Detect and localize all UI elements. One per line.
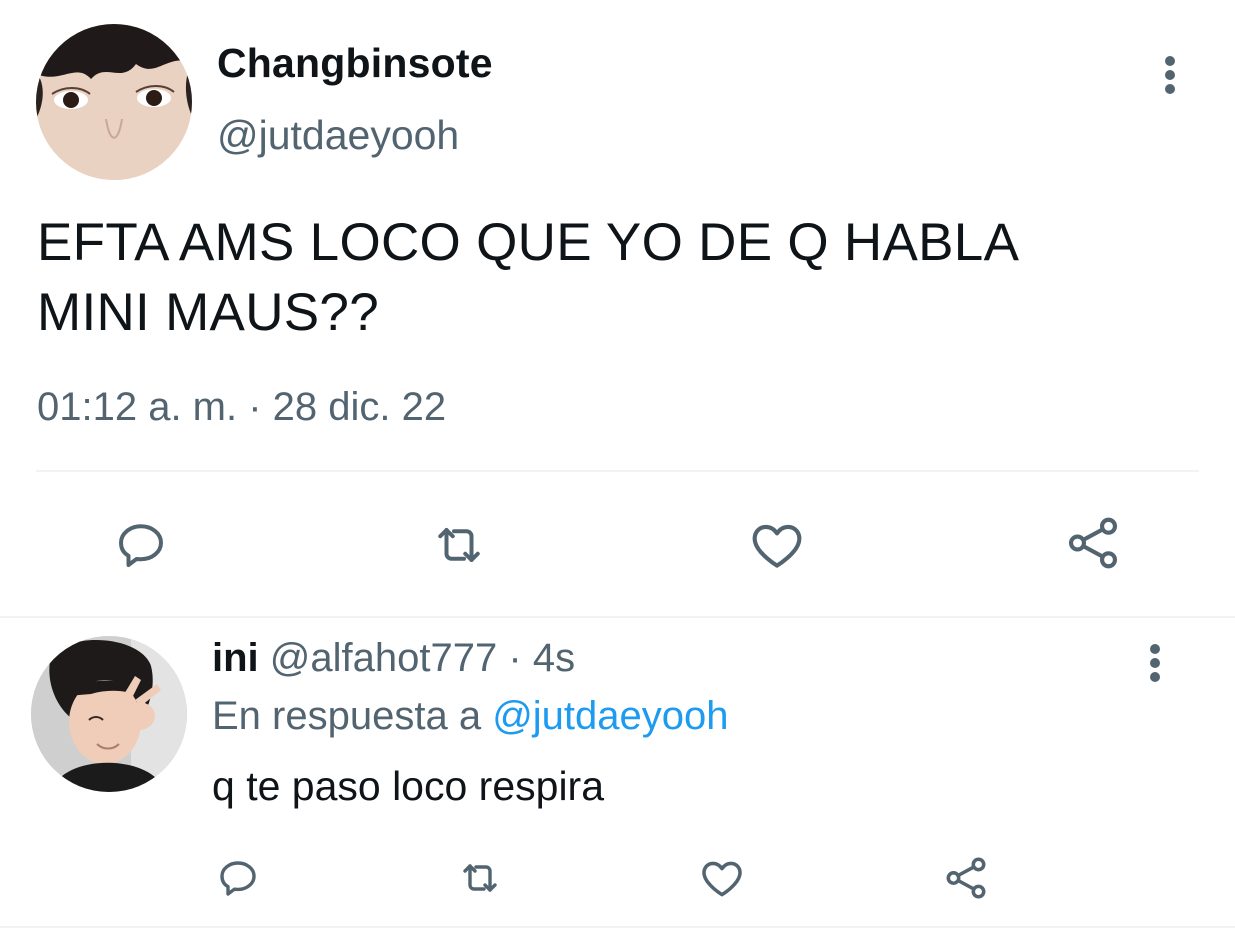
- replying-to-label: En respuesta a: [212, 694, 482, 738]
- author-avatar[interactable]: [36, 24, 192, 180]
- more-options-icon[interactable]: [1140, 640, 1170, 686]
- reply-header: ini @alfahot777 · 4s: [212, 636, 575, 681]
- divider: [0, 616, 1235, 618]
- reply-icon[interactable]: [212, 852, 264, 904]
- divider: [36, 470, 1199, 472]
- share-icon[interactable]: [940, 852, 992, 904]
- tweet-text: EFTA AMS LOCO QUE YO DE Q HABLA MINI MAU…: [37, 208, 1187, 348]
- like-icon[interactable]: [696, 852, 748, 904]
- reply-icon[interactable]: [108, 512, 174, 578]
- divider: [0, 926, 1235, 928]
- replying-to-mention[interactable]: @jutdaeyooh: [492, 694, 728, 738]
- like-icon[interactable]: [744, 512, 810, 578]
- reply-text: q te paso loco respira: [212, 763, 605, 809]
- tweet-text-line: EFTA AMS LOCO QUE YO DE Q HABLA: [37, 213, 1020, 272]
- separator-dot: ·: [508, 636, 522, 680]
- retweet-icon[interactable]: [424, 512, 494, 578]
- author-handle[interactable]: @jutdaeyooh: [217, 112, 459, 159]
- share-icon[interactable]: [1060, 510, 1126, 576]
- reply-author-display-name[interactable]: ini: [212, 636, 259, 680]
- reply-age[interactable]: 4s: [533, 636, 575, 680]
- reply-author-avatar[interactable]: [31, 636, 187, 792]
- tweet-timestamp[interactable]: 01:12 a. m. · 28 dic. 22: [37, 385, 446, 430]
- replying-to: En respuesta a @jutdaeyooh: [212, 694, 729, 739]
- more-options-icon[interactable]: [1155, 52, 1185, 98]
- author-display-name[interactable]: Changbinsote: [217, 40, 493, 87]
- tweet-text-line: MINI MAUS??: [37, 283, 379, 342]
- retweet-icon[interactable]: [452, 852, 508, 904]
- reply-author-handle[interactable]: @alfahot777: [270, 636, 497, 680]
